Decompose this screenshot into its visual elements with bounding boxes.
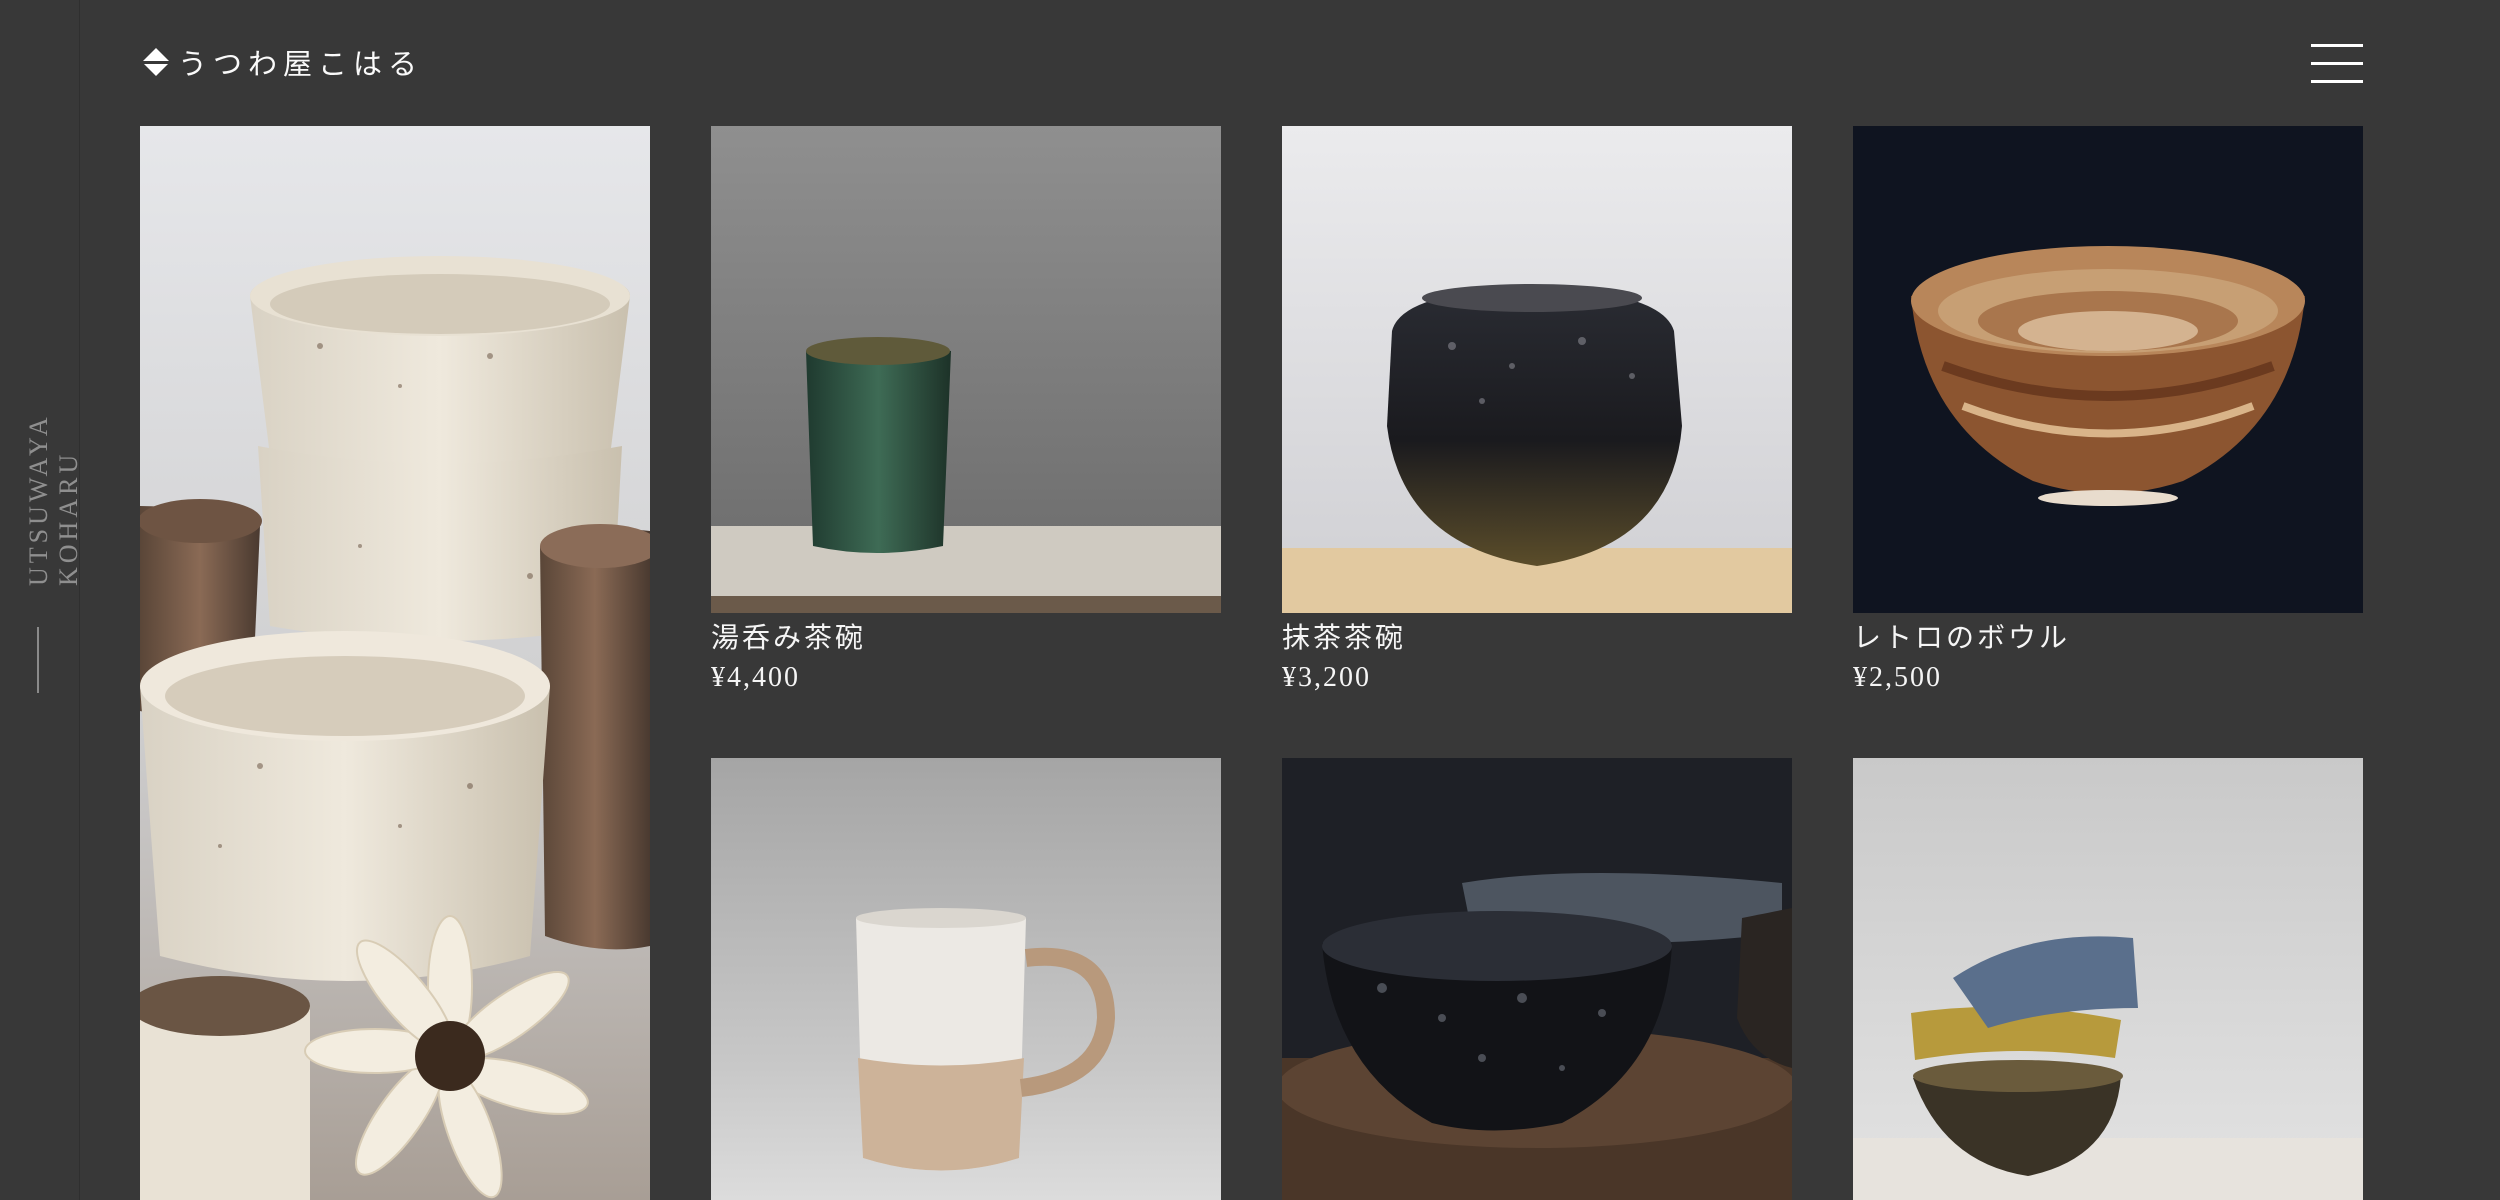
product-caption-3: レトロのボウル ¥2,500	[1853, 620, 2070, 696]
product-image-4[interactable]	[711, 758, 1221, 1200]
product-name[interactable]: レトロのボウル	[1853, 620, 2070, 656]
product-caption-2: 抹茶茶碗 ¥3,200	[1282, 620, 1406, 696]
vertical-brand-label: UTSUWAYA KOHARU	[24, 414, 83, 586]
product-name[interactable]: 湯呑み茶碗	[711, 620, 866, 656]
hero-image[interactable]	[140, 126, 650, 1200]
hamburger-menu-icon	[2311, 44, 2363, 47]
product-price: ¥4,400	[711, 662, 800, 693]
product-image-5[interactable]	[1282, 758, 1792, 1200]
product-price: ¥2,500	[1853, 662, 1942, 693]
product-image-6[interactable]	[1853, 758, 2363, 1200]
product-name[interactable]: 抹茶茶碗	[1282, 620, 1406, 656]
product-image-2[interactable]	[1282, 126, 1792, 613]
brand-name: うつわ屋こはる	[178, 47, 424, 81]
product-price: ¥3,200	[1282, 662, 1371, 693]
vertical-divider	[37, 627, 39, 693]
hamburger-menu-button[interactable]	[2311, 44, 2363, 84]
product-caption-1: 湯呑み茶碗 ¥4,400	[711, 620, 866, 696]
site-logo[interactable]: うつわ屋こはる	[140, 42, 423, 82]
left-rail: UTSUWAYA KOHARU	[0, 0, 83, 1200]
diamond-logo-icon	[140, 46, 172, 78]
product-image-1[interactable]	[711, 126, 1221, 613]
product-image-3[interactable]	[1853, 126, 2363, 613]
